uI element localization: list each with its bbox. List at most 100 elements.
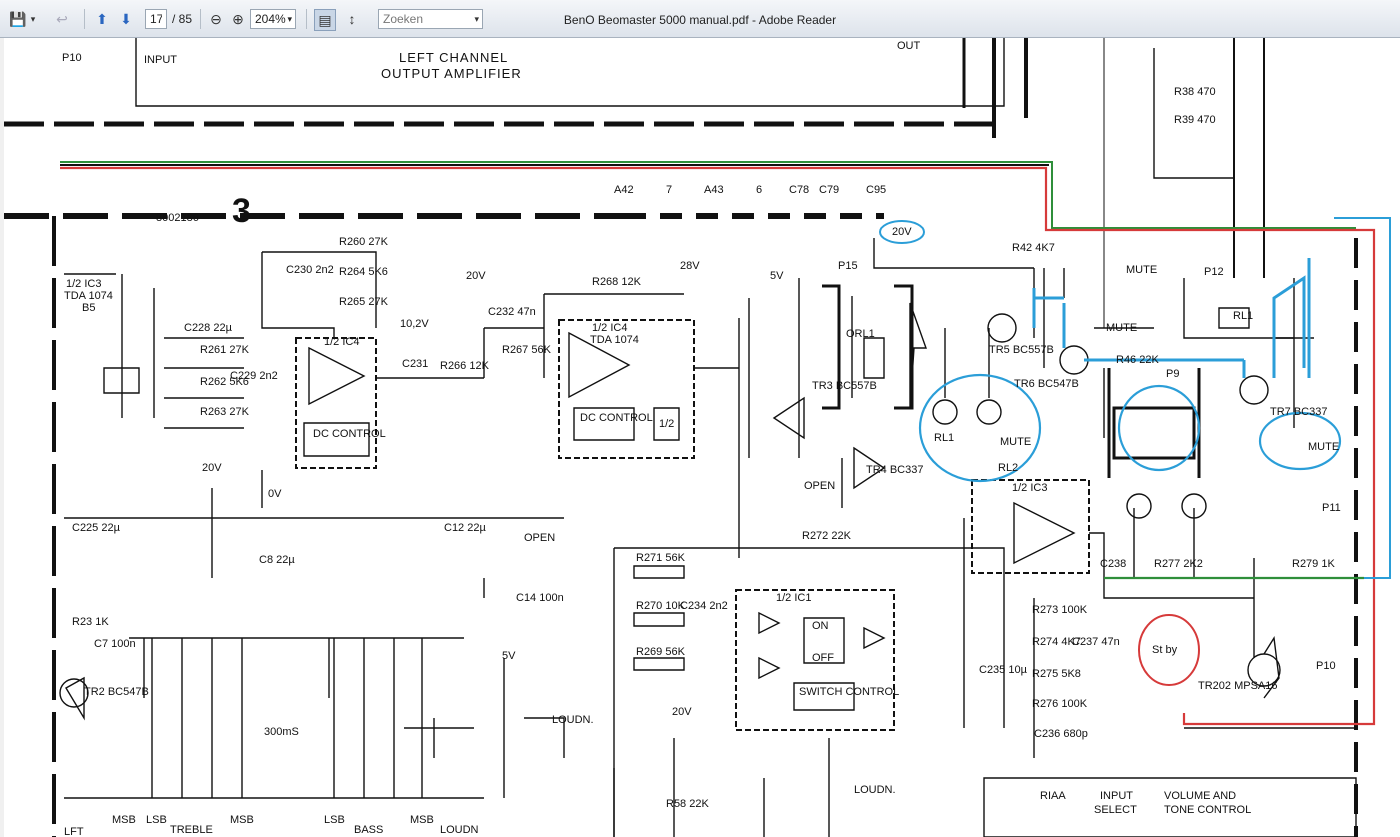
open-label-1: OPEN [804, 480, 836, 492]
dc-control-2: DC CONTROL [580, 412, 653, 424]
connector-7: 7 [666, 184, 673, 196]
connector-c95: C95 [866, 184, 887, 196]
10-2v-label: 0V [268, 488, 282, 500]
treble-label: TREBLE [170, 824, 213, 836]
c8-label: C8 22µ [259, 554, 295, 566]
20v-supply: 20V [466, 270, 486, 282]
on-label: ON [812, 620, 829, 632]
c235-label: C235 10µ [979, 664, 1027, 676]
section-number: 3 [232, 192, 251, 230]
c14-label: C14 100n [516, 592, 564, 604]
p9-label: P9 [1166, 368, 1180, 380]
volume-label: VOLUME AND [1164, 790, 1237, 802]
document-viewport[interactable]: P10 INPUT LEFT CHANNEL OUTPUT AMPLIFIER … [0, 38, 1400, 837]
10-6v-label: 10,2V [400, 318, 429, 330]
ic3-right-name: 1/2 IC3 [1012, 482, 1048, 494]
p12-label: P12 [1204, 266, 1224, 278]
loudn-label-2: LOUDN. [854, 784, 896, 796]
loudn-bottom-label: LOUDN [440, 824, 479, 836]
open-label-2: OPEN [524, 532, 556, 544]
half-block: 1/2 [659, 418, 675, 430]
r38-label: R38 470 [1174, 86, 1216, 98]
standby-label: St by [1152, 644, 1178, 656]
riaa-label: RIAA [1040, 790, 1066, 802]
tr5-label: TR5 BC557B [989, 344, 1054, 356]
5v-supply: 5V [770, 270, 784, 282]
c231-label: C231 [402, 358, 429, 370]
mute-label-4: MUTE [1308, 441, 1340, 453]
ic3-left-tag: B5 [82, 302, 96, 314]
tr6-label: TR6 BC547B [1014, 378, 1079, 390]
20v-lower: 20V [202, 462, 222, 474]
r58-label: R58 22K [666, 798, 709, 810]
dc-control-1: DC CONTROL [313, 428, 386, 440]
input-label: INPUT [144, 54, 177, 66]
window-title: BenO Beomaster 5000 manual.pdf - Adobe R… [563, 13, 837, 27]
5v-lower: 5V [502, 650, 516, 662]
off-label: OFF [812, 652, 834, 664]
c7-label: C7 100n [94, 638, 136, 650]
28v-supply: 28V [680, 260, 700, 272]
mute-label-3: MUTE [1000, 436, 1032, 448]
loudn-label-1: LOUDN. [552, 714, 594, 726]
ic4-sub: TDA 1074 [590, 334, 639, 346]
connector-a43: A43 [704, 184, 724, 196]
mute-label-1: MUTE [1126, 264, 1158, 276]
msb-label-2: MSB [230, 814, 254, 826]
r243-label: R23 1K [72, 616, 109, 628]
tone-control-label: TONE CONTROL [1164, 804, 1252, 816]
ic3-left-sub: TDA 1074 [64, 290, 113, 302]
r276-label: R276 100K [1032, 698, 1088, 710]
bass-label: BASS [354, 824, 384, 836]
circuit-schematic [4, 38, 1391, 837]
ic4-a5-name: 1/2 IC4 [324, 336, 360, 348]
c12-label: C12 22µ [444, 522, 486, 534]
reader-toolbar: 💾 ▾ ↩ ⬆ ⬇ / 85 ⊖ ⊕ 204%▾ ▤ ↕ Zoeken▾ Ben… [0, 0, 1400, 38]
r39-label: R39 470 [1174, 114, 1216, 126]
schematic-page: P10 INPUT LEFT CHANNEL OUTPUT AMPLIFIER … [4, 38, 1400, 837]
c238-label: C238 [1100, 558, 1127, 570]
switch-control: SWITCH CONTROL [799, 686, 900, 698]
r268-label: R268 12K [592, 276, 641, 288]
c228-label: C228 22µ [184, 322, 232, 334]
r267-label: R267 56K [502, 344, 551, 356]
c234-label: C234 2n2 [680, 600, 728, 612]
connector-6: 6 [756, 184, 763, 196]
20v-bottom: 20V [672, 706, 692, 718]
c225-label: C225 22µ [72, 522, 120, 534]
tr3-label: TR3 BC557B [812, 380, 877, 392]
p11-label: P11 [1322, 502, 1341, 514]
output-amp-line2: OUTPUT AMPLIFIER [381, 66, 522, 81]
r270-label: R270 10K [636, 600, 685, 612]
rl1-label: RL1 [934, 432, 955, 444]
c236-label: C236 680p [1034, 728, 1088, 740]
r260-label: R260 27K [339, 236, 388, 248]
connector-c78: C78 [789, 184, 810, 196]
tr4-label: TR4 BC337 [866, 464, 924, 476]
tr202-label: TR202 MPSA16 [1198, 680, 1278, 692]
rl1-right-label: RL1 [1233, 310, 1254, 322]
select-label: SELECT [1094, 804, 1137, 816]
ic3-left-name: 1/2 IC3 [66, 278, 102, 290]
r265-label: R265 27K [339, 296, 388, 308]
r275-label: R275 5K8 [1032, 668, 1081, 680]
part-number: 8002186 [156, 212, 199, 224]
rl2-label: RL2 [998, 462, 1019, 474]
tr7-label: TR7 BC337 [1270, 406, 1328, 418]
r271-label: R271 56K [636, 552, 685, 564]
msb-label-1: MSB [112, 814, 136, 826]
c232-label: C232 47n [488, 306, 536, 318]
c230-label: C230 2n2 [286, 264, 334, 276]
ic4-name: 1/2 IC4 [592, 322, 628, 334]
msb-label-3: MSB [410, 814, 434, 826]
ic1-name: 1/2 IC1 [776, 592, 812, 604]
r42-label: R42 4K7 [1012, 242, 1055, 254]
out-label: OUT [897, 40, 921, 52]
input-label-bottom: INPUT [1100, 790, 1133, 802]
20v-badge: 20V [892, 226, 912, 238]
connector-c79: C79 [819, 184, 840, 196]
r272-label: R272 22K [802, 530, 851, 542]
lft-label: LFT [64, 826, 84, 837]
connector-a42: A42 [614, 184, 634, 196]
r269-label: R269 56K [636, 646, 685, 658]
